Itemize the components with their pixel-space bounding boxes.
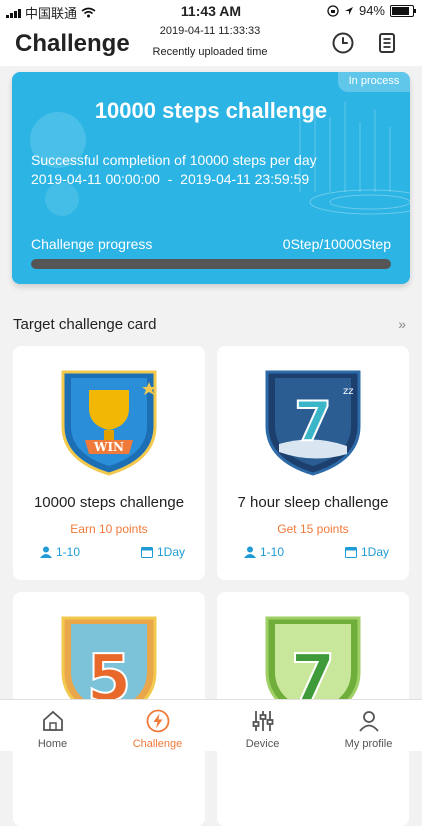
section-title: Target challenge card — [13, 316, 157, 333]
history-button[interactable] — [330, 30, 356, 56]
home-icon — [43, 710, 63, 731]
sliders-icon — [252, 711, 274, 731]
status-right: 94% — [327, 3, 416, 18]
card-duration: 1Day — [141, 545, 185, 559]
battery-percent: 94% — [358, 3, 385, 18]
location-icon — [344, 6, 353, 15]
challenge-card-sleep[interactable]: 7 zz 7 hour sleep challenge Get 15 point… — [217, 346, 409, 580]
status-bar: 中国联通 11:43 AM 94% — [0, 0, 422, 22]
progress-bar — [31, 259, 391, 269]
progress-value: 0Step/10000Step — [282, 236, 391, 252]
status-badge: In process — [338, 72, 410, 92]
records-button[interactable] — [374, 30, 400, 56]
trophy-badge-icon: WIN — [61, 370, 157, 476]
tab-profile[interactable]: My profile — [316, 700, 421, 751]
challenge-title: 10000 steps challenge — [94, 98, 328, 123]
calendar-icon — [141, 547, 153, 558]
current-challenge-card[interactable]: In process 10000 steps challenge Success… — [12, 72, 410, 284]
tab-label: Home — [37, 738, 68, 750]
card-duration: 1Day — [345, 545, 389, 559]
person-icon — [244, 546, 256, 558]
card-participants: 1-10 — [40, 545, 80, 559]
tab-label: My profile — [344, 738, 393, 750]
card-title: 10000 steps challenge — [33, 494, 185, 511]
challenge-time-range: 2019-04-11 00:00:00 - 2019-04-11 23:59:5… — [31, 171, 310, 187]
participants-value: 1-10 — [56, 545, 81, 559]
lightning-icon — [146, 709, 170, 733]
card-participants: 1-10 — [244, 545, 284, 559]
duration-value: 1Day — [361, 545, 390, 559]
battery-fill — [392, 6, 409, 15]
person-icon — [40, 546, 52, 558]
card-points: Get 15 points — [277, 522, 349, 536]
orientation-lock-icon — [327, 4, 339, 17]
svg-text:zz: zz — [343, 386, 354, 397]
badge-text: 7 — [294, 390, 332, 453]
header: Challenge 2019-04-11 11:33:33 Recently u… — [0, 22, 422, 66]
sleep-badge-icon: 7 zz — [265, 370, 361, 476]
challenge-description: Successful completion of 10000 steps per… — [31, 152, 317, 168]
list-icon — [379, 33, 395, 53]
duration-value: 1Day — [157, 545, 186, 559]
card-points: Earn 10 points — [70, 522, 148, 536]
challenge-card-steps[interactable]: WIN 10000 steps challenge Earn 10 points… — [13, 346, 205, 580]
tab-challenge[interactable]: Challenge — [105, 700, 210, 751]
tab-device[interactable]: Device — [210, 700, 315, 751]
clock-icon — [332, 32, 354, 54]
tab-label: Challenge — [132, 738, 183, 750]
card-title: 7 hour sleep challenge — [237, 494, 389, 511]
page-title: Challenge — [15, 30, 130, 57]
calendar-icon — [345, 547, 357, 558]
participants-value: 1-10 — [260, 545, 285, 559]
upload-label: Recently uploaded time — [152, 46, 268, 58]
battery-icon — [390, 4, 416, 17]
progress-label: Challenge progress — [31, 236, 153, 252]
decor-bubble — [45, 182, 79, 216]
more-button[interactable]: » — [398, 316, 406, 332]
tab-bar: Home Challenge Device My profile — [0, 699, 422, 751]
tab-label: Device — [245, 738, 280, 750]
upload-time: 2019-04-11 11:33:33 — [159, 25, 261, 37]
profile-icon — [359, 711, 379, 732]
tab-home[interactable]: Home — [0, 700, 105, 751]
badge-text: WIN — [93, 440, 124, 454]
